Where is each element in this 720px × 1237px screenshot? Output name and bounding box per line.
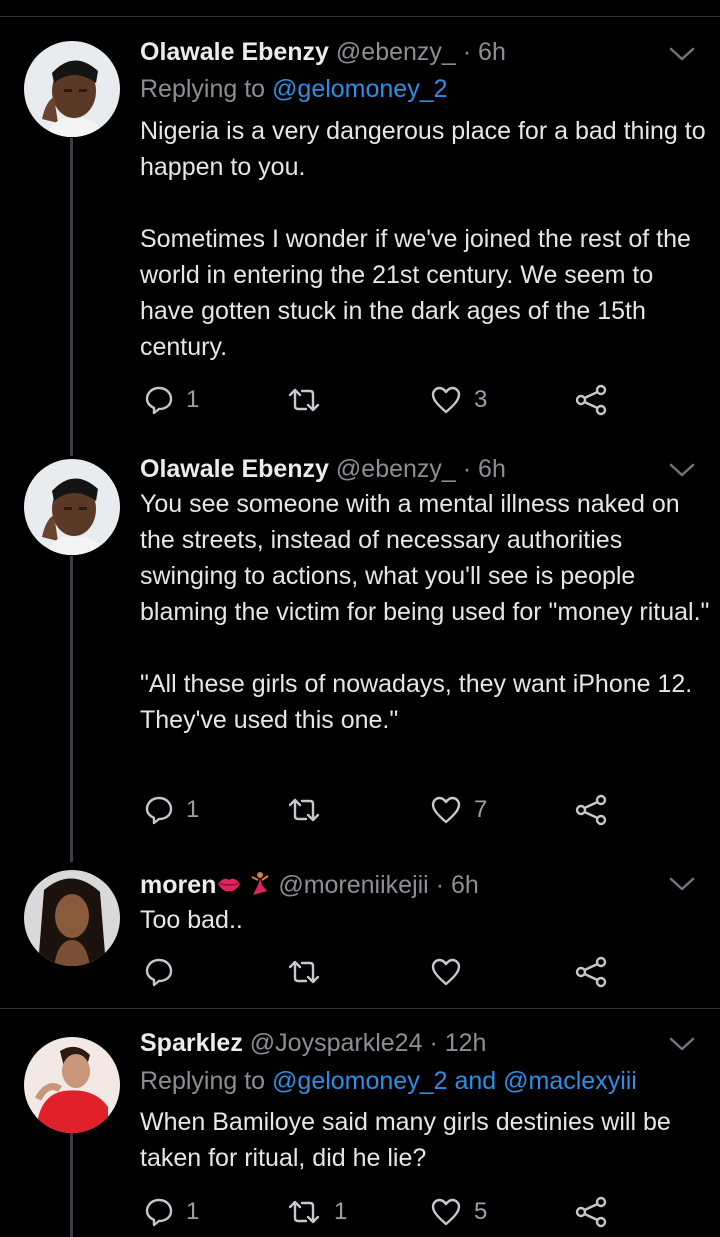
tweet-paragraph: Too bad..: [140, 906, 243, 934]
reply-button[interactable]: 1: [144, 790, 199, 830]
like-button[interactable]: [430, 952, 474, 992]
replying-label: Replying to: [140, 75, 266, 103]
tweet-3[interactable]: moren @moreniikejii · 6h Too bad..: [0, 860, 720, 1008]
chevron-down-icon[interactable]: [668, 874, 696, 894]
tweet-header: Olawale Ebenzy @ebenzy_ · 6h: [140, 451, 506, 487]
tweet-2[interactable]: Olawale Ebenzy @ebenzy_ · 6h You see som…: [0, 440, 720, 860]
like-button[interactable]: 5: [430, 1192, 487, 1232]
reply-button[interactable]: 1: [144, 380, 199, 420]
action-bar: [140, 952, 640, 992]
tweet-text: Too bad..: [140, 902, 710, 938]
handle[interactable]: @Joysparkle24: [250, 1029, 423, 1057]
timestamp[interactable]: · 6h: [463, 38, 506, 66]
retweet-icon: [288, 960, 320, 984]
reply-icon: [145, 1198, 173, 1227]
share-icon: [575, 956, 607, 988]
action-bar: 1 3: [140, 380, 640, 420]
reply-icon: [145, 386, 173, 415]
chevron-down-icon[interactable]: [668, 1034, 696, 1054]
retweet-button[interactable]: [286, 380, 334, 420]
reply-button[interactable]: [144, 952, 186, 992]
chevron-down-icon[interactable]: [668, 460, 696, 480]
tweet-4[interactable]: Sparklez @Joysparkle24 · 12h Replying to…: [0, 1009, 720, 1237]
handle[interactable]: @moreniikejii: [278, 871, 428, 899]
dancer-emoji-icon: [251, 872, 269, 895]
retweet-button[interactable]: [286, 952, 334, 992]
tweet-paragraph: "All these girls of nowadays, they want …: [140, 670, 693, 734]
profile-photo-icon: [24, 459, 120, 555]
tweet-text: When Bamiloye said many girls destinies …: [140, 1104, 710, 1176]
action-bar: 1 7: [140, 790, 640, 830]
tweet-paragraph: Nigeria is a very dangerous place for a …: [140, 117, 706, 181]
retweet-icon: [288, 1200, 320, 1224]
heart-icon: [431, 386, 461, 414]
display-name[interactable]: Sparklez: [140, 1029, 243, 1057]
tweet-paragraph: Sometimes I wonder if we've joined the r…: [140, 225, 691, 361]
display-name[interactable]: moren: [140, 871, 216, 899]
like-button[interactable]: 3: [430, 380, 487, 420]
retweet-icon: [288, 388, 320, 412]
tweet-1[interactable]: Olawale Ebenzy @ebenzy_ · 6h Replying to…: [0, 0, 720, 440]
replying-to: Replying to @gelomoney_2: [140, 71, 448, 107]
tweet-header: Olawale Ebenzy @ebenzy_ · 6h: [140, 34, 506, 70]
thread-line: [70, 1133, 73, 1237]
reply-icon: [145, 958, 173, 987]
share-button[interactable]: [574, 380, 608, 420]
retweet-button[interactable]: 1: [286, 1192, 347, 1232]
handle[interactable]: @ebenzy_: [336, 38, 456, 66]
heart-icon: [431, 796, 461, 824]
chevron-down-icon[interactable]: [668, 44, 696, 64]
tweet-text: Nigeria is a very dangerous place for a …: [140, 113, 710, 365]
timestamp[interactable]: · 6h: [463, 455, 506, 483]
avatar[interactable]: [24, 459, 120, 555]
handle[interactable]: @ebenzy_: [336, 455, 456, 483]
share-icon: [575, 794, 607, 826]
share-button[interactable]: [574, 1192, 608, 1232]
mention-link[interactable]: @gelomoney_2: [272, 75, 448, 103]
retweet-button[interactable]: [286, 790, 334, 830]
like-count: 5: [474, 1198, 488, 1225]
share-button[interactable]: [574, 952, 608, 992]
share-icon: [575, 384, 607, 416]
share-icon: [575, 1196, 607, 1228]
profile-photo-icon: [24, 1037, 120, 1133]
avatar[interactable]: [24, 41, 120, 137]
timestamp[interactable]: · 12h: [429, 1029, 486, 1057]
reply-icon: [145, 796, 173, 825]
like-button[interactable]: 7: [430, 790, 487, 830]
avatar[interactable]: [24, 870, 120, 966]
display-name[interactable]: Olawale Ebenzy: [140, 455, 329, 483]
lips-emoji-icon: [218, 878, 241, 892]
avatar[interactable]: [24, 1037, 120, 1133]
replying-label: Replying to: [140, 1067, 266, 1095]
tweet-paragraph: You see someone with a mental illness na…: [140, 490, 710, 626]
tweet-paragraph: When Bamiloye said many girls destinies …: [140, 1108, 671, 1172]
retweet-icon: [288, 798, 320, 822]
reply-count: 1: [186, 1198, 200, 1225]
reply-count: 1: [186, 386, 200, 413]
profile-photo-icon: [24, 870, 120, 966]
timestamp[interactable]: · 6h: [436, 871, 479, 899]
mention-link[interactable]: @gelomoney_2 and @maclexyiii: [272, 1067, 637, 1095]
reply-button[interactable]: 1: [144, 1192, 199, 1232]
like-count: 3: [474, 386, 488, 413]
replying-to: Replying to @gelomoney_2 and @maclexyiii: [140, 1063, 637, 1099]
display-name[interactable]: Olawale Ebenzy: [140, 38, 329, 66]
tweet-header: Sparklez @Joysparkle24 · 12h: [140, 1025, 486, 1061]
like-count: 7: [474, 796, 488, 823]
reply-count: 1: [186, 796, 200, 823]
tweet-text: You see someone with a mental illness na…: [140, 486, 710, 738]
profile-photo-icon: [24, 41, 120, 137]
heart-icon: [431, 958, 461, 986]
tweet-header: moren @moreniikejii · 6h: [140, 867, 479, 903]
heart-icon: [431, 1198, 461, 1226]
share-button[interactable]: [574, 790, 608, 830]
retweet-count: 1: [334, 1198, 348, 1225]
action-bar: 1 1 5: [140, 1192, 640, 1232]
